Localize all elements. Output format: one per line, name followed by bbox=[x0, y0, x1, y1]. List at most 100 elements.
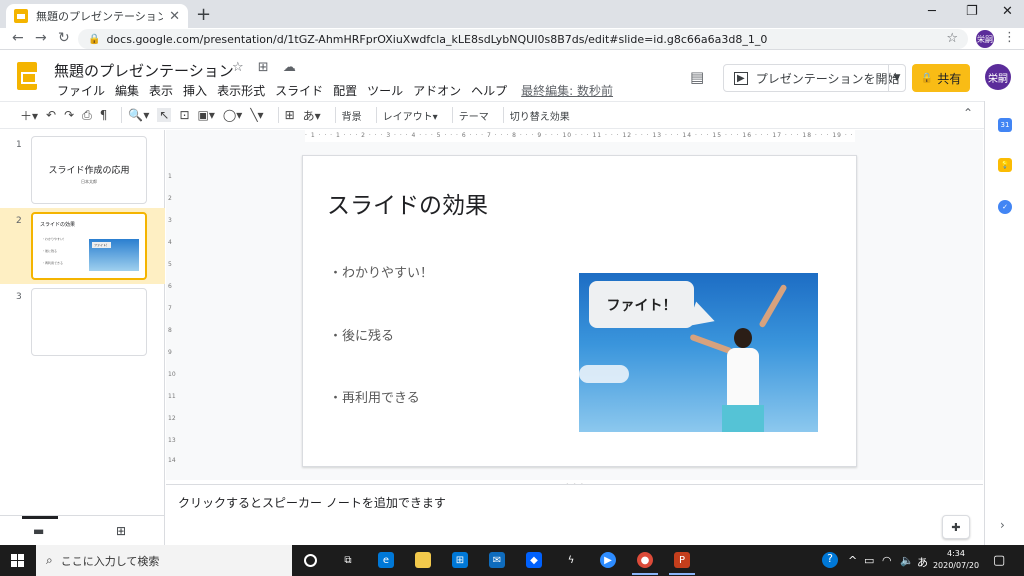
bookmark-star-icon[interactable]: ☆ bbox=[946, 31, 958, 46]
print-icon[interactable]: ⎙ bbox=[82, 108, 92, 123]
expand-panel-icon[interactable]: › bbox=[1000, 518, 1005, 532]
menu-edit[interactable]: 編集 bbox=[110, 82, 144, 99]
document-title[interactable]: 無題のプレゼンテーション bbox=[54, 60, 234, 81]
add-comment-icon[interactable]: ⊞ bbox=[285, 108, 295, 122]
zoom-icon[interactable]: 🔍▾ bbox=[128, 108, 149, 122]
menu-file[interactable]: ファイル bbox=[52, 82, 110, 99]
account-avatar[interactable]: 栄嗣 bbox=[985, 64, 1011, 90]
close-tab-icon[interactable]: ✕ bbox=[169, 9, 180, 24]
explore-button[interactable]: ✚ bbox=[942, 515, 970, 539]
menu-addons[interactable]: アドオン bbox=[408, 82, 466, 99]
slide-canvas[interactable]: スライドの効果 ・わかりやすい！ ・後に残る ・再利用できる ファイト！ bbox=[302, 155, 857, 467]
network-icon[interactable]: ◠ bbox=[882, 554, 892, 567]
back-icon[interactable]: ← bbox=[12, 30, 24, 46]
slide-thumbnail-2[interactable]: 2 スライドの効果 ・わかりやすい！ ・後に残る ・再利用できる ファイト！ bbox=[0, 208, 165, 284]
taskbar-clock[interactable]: 4:34 2020/07/20 bbox=[930, 548, 982, 572]
forward-icon[interactable]: → bbox=[35, 30, 47, 46]
menu-tools[interactable]: ツール bbox=[362, 82, 408, 99]
thumbnail-bubble: ファイト！ bbox=[92, 242, 112, 248]
star-icon[interactable]: ☆ bbox=[232, 60, 244, 75]
select-cursor-icon[interactable]: ↖ bbox=[157, 108, 172, 122]
browser-menu-icon[interactable]: ⋮ bbox=[1003, 30, 1016, 45]
menu-view[interactable]: 表示 bbox=[144, 82, 178, 99]
thumbnail-bullet: ・わかりやすい！ bbox=[42, 237, 67, 241]
file-explorer-icon[interactable] bbox=[415, 552, 431, 568]
browser-tab[interactable]: 無題のプレゼンテーション - Google ス ✕ bbox=[6, 4, 188, 28]
person-arm bbox=[758, 283, 788, 329]
tasks-icon[interactable]: ✓ bbox=[998, 200, 1012, 214]
browser-profile-avatar[interactable]: 栄嗣 bbox=[976, 30, 994, 48]
theme-button[interactable]: テーマ bbox=[459, 108, 489, 123]
windows-start-icon[interactable] bbox=[11, 554, 24, 567]
cortana-icon[interactable] bbox=[304, 554, 317, 567]
menu-help[interactable]: ヘルプ bbox=[466, 82, 512, 99]
thumbnail-bullet: ・再利用できる bbox=[42, 261, 63, 265]
zoom-app-icon[interactable]: ▶ bbox=[600, 552, 616, 568]
redo-icon[interactable]: ↷ bbox=[64, 108, 74, 122]
share-button[interactable]: 🔒 共有 bbox=[912, 64, 970, 92]
dropbox-icon[interactable]: ◆ bbox=[526, 552, 542, 568]
menu-slide[interactable]: スライド bbox=[270, 82, 328, 99]
new-tab-button[interactable]: + bbox=[196, 4, 211, 25]
minimize-window-icon[interactable]: ─ bbox=[928, 4, 936, 19]
grid-view-icon[interactable]: ⊞ bbox=[116, 524, 126, 538]
person-head bbox=[734, 328, 752, 348]
powerpoint-icon[interactable]: P bbox=[669, 552, 695, 575]
slide-title[interactable]: スライドの効果 bbox=[327, 186, 488, 220]
tray-expand-icon[interactable]: ^ bbox=[848, 554, 857, 567]
layout-button[interactable]: レイアウト▾ bbox=[383, 108, 438, 123]
filmstrip-view-tabs: ▬ ⊞ bbox=[0, 515, 165, 545]
move-folder-icon[interactable]: ⊞ bbox=[258, 60, 269, 75]
battery-icon[interactable]: ▭ bbox=[864, 554, 874, 567]
app-icon[interactable]: ϟ bbox=[563, 552, 579, 568]
reload-icon[interactable]: ↻ bbox=[58, 30, 70, 46]
thumbnail-title: スライド作成の応用 bbox=[48, 166, 130, 176]
paint-format-icon[interactable]: ¶ bbox=[100, 108, 108, 122]
close-window-icon[interactable]: ✕ bbox=[1002, 4, 1013, 19]
menu-insert[interactable]: 挿入 bbox=[178, 82, 212, 99]
transition-button[interactable]: 切り替え効果 bbox=[510, 108, 570, 123]
collapse-chevron-icon[interactable]: ⌃ bbox=[963, 106, 973, 120]
thumbnail-image: ファイト！ bbox=[89, 239, 139, 271]
speaker-notes[interactable]: クリックするとスピーカー ノートを追加できます bbox=[166, 484, 983, 545]
text-box-icon[interactable]: ⊡ bbox=[179, 108, 189, 122]
chrome-icon[interactable]: ● bbox=[632, 552, 658, 575]
notification-icon[interactable]: ▢ bbox=[993, 553, 1005, 568]
bullet-item[interactable]: ・再利用できる bbox=[329, 387, 420, 406]
url-input[interactable]: 🔒 docs.google.com/presentation/d/1tGZ-Ah… bbox=[78, 29, 968, 49]
last-edit-link[interactable]: 最終編集: 数秒前 bbox=[516, 82, 618, 99]
menu-format[interactable]: 表示形式 bbox=[212, 82, 270, 99]
taskbar-search-input[interactable]: ⌕ ここに入力して検索 bbox=[36, 545, 292, 576]
slide-photo[interactable]: ファイト！ bbox=[579, 273, 818, 432]
bullet-item[interactable]: ・後に残る bbox=[329, 325, 394, 344]
calendar-icon[interactable]: 31 bbox=[998, 118, 1012, 132]
input-tools-icon[interactable]: あ▾ bbox=[303, 107, 321, 124]
cloud-status-icon[interactable]: ☁ bbox=[283, 60, 296, 75]
restore-window-icon[interactable]: ❐ bbox=[966, 4, 978, 19]
bullet-item[interactable]: ・わかりやすい！ bbox=[329, 262, 433, 281]
present-dropdown-icon[interactable]: ▼ bbox=[888, 65, 905, 91]
undo-icon[interactable]: ↶ bbox=[46, 108, 56, 122]
present-icon: ▶ bbox=[734, 71, 748, 85]
shape-icon[interactable]: ◯▾ bbox=[223, 108, 242, 122]
slide-thumbnail-3[interactable]: 3 bbox=[0, 284, 165, 360]
keep-icon[interactable]: 💡 bbox=[998, 158, 1012, 172]
slides-logo-icon[interactable] bbox=[17, 62, 37, 90]
new-slide-icon[interactable]: ＋▾ bbox=[20, 107, 38, 124]
volume-icon[interactable]: 🔈 bbox=[900, 554, 914, 567]
line-icon[interactable]: ╲▾ bbox=[250, 108, 263, 122]
help-icon[interactable]: ? bbox=[822, 552, 838, 568]
mail-icon[interactable]: ✉ bbox=[489, 552, 505, 568]
edge-icon[interactable]: e bbox=[378, 552, 394, 568]
store-icon[interactable]: ⊞ bbox=[452, 552, 468, 568]
present-button[interactable]: ▶ プレゼンテーションを開始 ▼ bbox=[723, 64, 906, 92]
comment-history-icon[interactable]: ▤ bbox=[690, 68, 704, 86]
background-button[interactable]: 背景 bbox=[342, 108, 362, 123]
task-view-icon[interactable]: ⧉ bbox=[340, 552, 356, 568]
image-icon[interactable]: ▣▾ bbox=[198, 108, 215, 122]
menu-arrange[interactable]: 配置 bbox=[328, 82, 362, 99]
slide-thumbnail-1[interactable]: 1 スライド作成の応用 日本太郎 bbox=[0, 132, 165, 208]
ime-indicator[interactable]: あ bbox=[917, 554, 928, 570]
thumbnail-subtitle: 日本太郎 bbox=[81, 179, 97, 184]
filmstrip-view-icon[interactable]: ▬ bbox=[33, 524, 44, 538]
